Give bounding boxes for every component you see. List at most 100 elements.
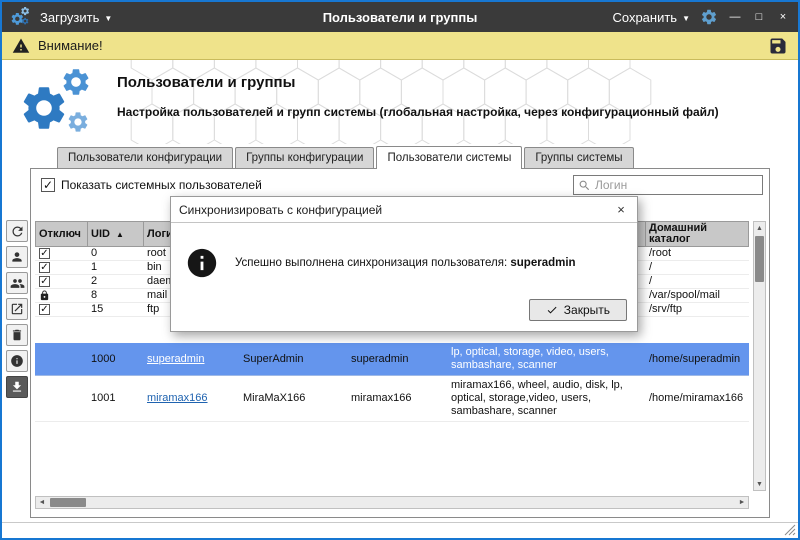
cell-uid: 15	[87, 303, 143, 316]
cell-display-name: miramax166	[347, 376, 447, 421]
user-info-button[interactable]	[6, 350, 28, 372]
save-dropdown-label: Сохранить	[612, 10, 677, 25]
cell-display-name: superadmin	[347, 343, 447, 375]
vertical-scrollbar[interactable]: ▲ ▼	[753, 221, 766, 491]
row-disabled-checkbox[interactable]: ✓	[39, 276, 50, 287]
load-dropdown[interactable]: Загрузить ▼	[40, 10, 112, 25]
resize-grip[interactable]	[784, 524, 796, 536]
header-uid[interactable]: UID ▲	[88, 222, 144, 246]
download-icon	[10, 380, 24, 394]
cell-full-name: SuperAdmin	[239, 343, 347, 375]
row-disabled-checkbox[interactable]: ✓	[39, 304, 50, 315]
download-user-button[interactable]	[6, 376, 28, 398]
scroll-right-button[interactable]: ►	[736, 497, 748, 508]
dialog-message-username: superadmin	[510, 257, 575, 269]
side-toolbar	[6, 220, 30, 398]
cell-home: /home/superadmin	[645, 343, 749, 375]
content-area: ✓ Показать системных пользователей Отклю…	[2, 168, 798, 522]
horizontal-scrollbar[interactable]: ◄ ►	[35, 496, 749, 509]
search-box	[573, 175, 763, 195]
check-icon	[546, 304, 558, 316]
cell-disabled	[35, 343, 87, 375]
account-locked-icon	[39, 290, 50, 301]
warning-icon	[12, 37, 30, 55]
info-icon	[10, 354, 24, 368]
dialog-message-text: Успешно выполнена синхронизация пользова…	[235, 257, 510, 269]
cell-groups: lp, optical, storage, video, users, samb…	[447, 343, 645, 375]
check-icon: ✓	[40, 247, 48, 260]
cell-uid: 1000	[87, 343, 143, 375]
tab-config-users[interactable]: Пользователи конфигурации	[57, 147, 233, 168]
warning-text: Внимание!	[38, 38, 103, 53]
search-input[interactable]	[595, 178, 758, 192]
header-disabled[interactable]: Отключ	[36, 222, 88, 246]
statusbar	[2, 522, 798, 538]
scroll-left-button[interactable]: ◄	[36, 497, 48, 508]
page-title: Пользователи и группы	[117, 74, 719, 91]
app-gears-illustration	[16, 64, 112, 140]
save-dropdown[interactable]: Сохранить ▼	[612, 10, 690, 25]
check-icon: ✓	[40, 303, 48, 316]
scroll-down-button[interactable]: ▼	[754, 478, 765, 490]
show-system-users-label: Показать системных пользователей	[61, 178, 262, 192]
cell-uid: 8	[87, 289, 143, 302]
delete-user-button[interactable]	[6, 324, 28, 346]
load-dropdown-label: Загрузить	[40, 10, 99, 25]
tab-system-users[interactable]: Пользователи системы	[376, 146, 522, 169]
user-card-button[interactable]	[6, 246, 28, 268]
close-button[interactable]: ×	[776, 11, 790, 23]
cell-uid: 0	[87, 247, 143, 260]
dialog-close-button[interactable]: Закрыть	[529, 299, 627, 321]
cell-home: /var/spool/mail	[645, 289, 749, 302]
user-groups-button[interactable]	[6, 272, 28, 294]
refresh-button[interactable]	[6, 220, 28, 242]
cell-home: /	[645, 275, 749, 288]
login-link[interactable]: miramax166	[147, 392, 208, 405]
table-row[interactable]: 1001 miramax166 MiraMaX166 miramax166 mi…	[35, 376, 749, 422]
row-disabled-checkbox[interactable]: ✓	[39, 248, 50, 259]
app-header: Пользователи и группы Настройка пользова…	[2, 60, 798, 144]
h-scroll-thumb[interactable]	[50, 498, 86, 507]
save-file-icon[interactable]	[768, 36, 788, 56]
dialog-titlebar: Синхронизировать с конфигурацией ×	[171, 197, 637, 223]
caret-down-icon: ▼	[104, 14, 112, 23]
show-system-users-checkbox[interactable]: ✓	[41, 178, 55, 192]
warning-bar: Внимание!	[2, 32, 798, 60]
search-icon	[578, 179, 591, 192]
tab-system-groups[interactable]: Группы системы	[524, 147, 633, 168]
dialog-body: Успешно выполнена синхронизация пользова…	[171, 223, 637, 299]
info-icon	[185, 246, 219, 280]
trash-icon	[10, 328, 24, 342]
login-link[interactable]: superadmin	[147, 353, 204, 366]
cell-disabled: ✓	[35, 261, 87, 274]
v-scroll-thumb[interactable]	[755, 236, 764, 282]
cell-disabled: ✓	[35, 303, 87, 316]
caret-down-icon: ▼	[682, 14, 690, 23]
cell-login: miramax166	[143, 376, 239, 421]
tab-config-groups[interactable]: Группы конфигурации	[235, 147, 374, 168]
scroll-up-button[interactable]: ▲	[754, 222, 765, 234]
page-subtitle: Настройка пользователей и групп системы …	[117, 105, 719, 119]
window-title: Пользователи и группы	[323, 10, 478, 25]
dialog-message: Успешно выполнена синхронизация пользова…	[235, 257, 576, 269]
check-icon: ✓	[43, 178, 53, 192]
cell-home: /srv/ftp	[645, 303, 749, 316]
app-logo-gears-icon	[10, 6, 32, 28]
minimize-button[interactable]: —	[728, 11, 742, 23]
cell-disabled: ✓	[35, 275, 87, 288]
export-user-button[interactable]	[6, 298, 28, 320]
users-icon	[10, 276, 25, 291]
cell-full-name: MiraMaX166	[239, 376, 347, 421]
cell-disabled	[35, 376, 87, 421]
row-disabled-checkbox[interactable]: ✓	[39, 262, 50, 273]
header-uid-label: UID	[91, 229, 110, 240]
table-row-selected[interactable]: 1000 superadmin SuperAdmin superadmin lp…	[35, 343, 749, 376]
header-home[interactable]: Домашний каталог	[646, 222, 748, 246]
dialog-title: Синхронизировать с конфигурацией	[179, 203, 382, 217]
check-icon: ✓	[40, 275, 48, 288]
settings-gear-icon[interactable]	[700, 8, 718, 26]
maximize-button[interactable]: □	[752, 11, 766, 23]
cell-uid: 1	[87, 261, 143, 274]
dialog-close-icon[interactable]: ×	[613, 202, 629, 217]
cell-uid: 1001	[87, 376, 143, 421]
